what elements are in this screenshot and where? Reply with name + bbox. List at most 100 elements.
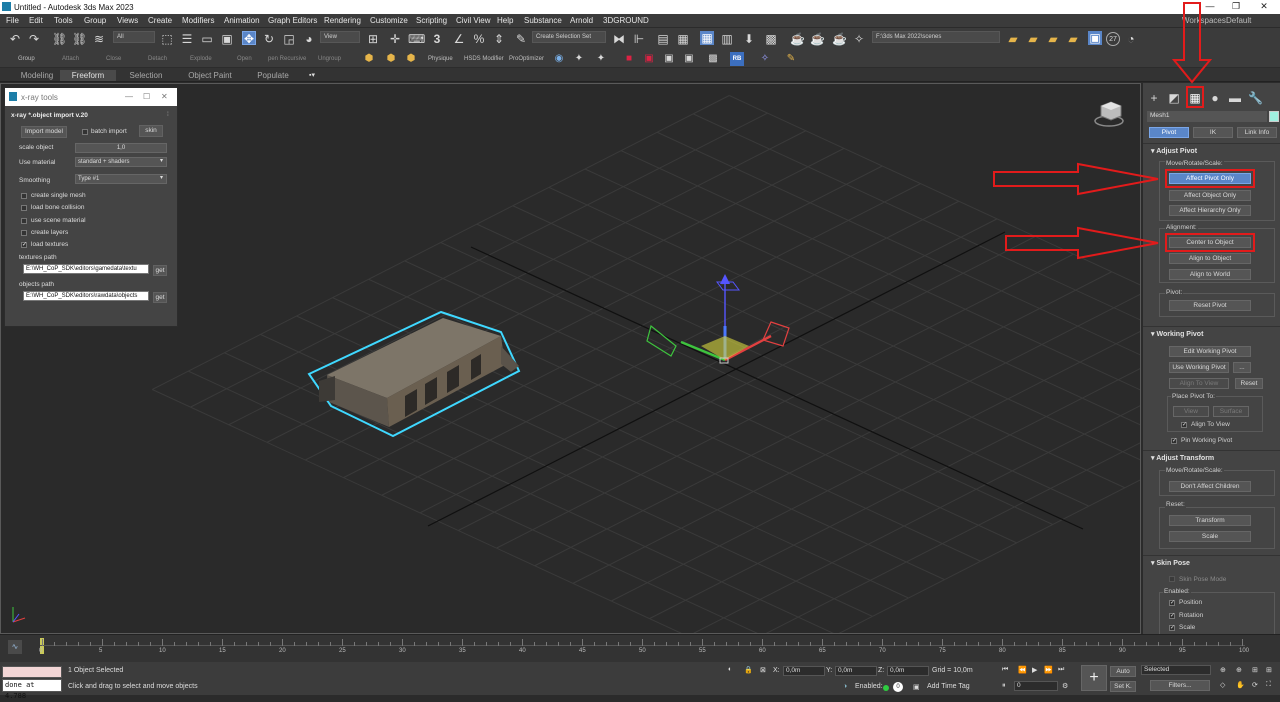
- tool-icon[interactable]: ▣: [682, 52, 696, 66]
- menu-edit[interactable]: Edit: [29, 16, 43, 25]
- go-to-start-icon[interactable]: ⏮: [1002, 666, 1008, 674]
- zoom-icon[interactable]: ⊕: [1220, 666, 1226, 674]
- pan-icon[interactable]: ✋: [1236, 681, 1245, 689]
- open-recursive-button[interactable]: pen Recursive: [268, 56, 306, 62]
- xray-close[interactable]: ✕: [161, 92, 168, 101]
- align-to-world-button[interactable]: Align to World: [1169, 269, 1251, 280]
- maxscript-output[interactable]: done at 4.788: [2, 679, 62, 700]
- tool-icon[interactable]: ✧: [758, 52, 772, 66]
- select-rotate-icon[interactable]: ↻: [262, 32, 276, 46]
- textures-path-input[interactable]: E:\WH_CoP_SDK\editors\gamedata\textu: [23, 264, 149, 274]
- counter-icon[interactable]: 27: [1106, 32, 1120, 46]
- maximize-button[interactable]: ❐: [1222, 1, 1250, 13]
- selection-filter-dropdown[interactable]: All: [113, 31, 155, 43]
- time-tag-counter[interactable]: 0: [893, 682, 903, 692]
- edit-working-pivot-button[interactable]: Edit Working Pivot: [1169, 346, 1251, 357]
- keyboard-shortcut-icon[interactable]: ⌨: [408, 32, 425, 46]
- absolute-mode-icon[interactable]: ⊠: [760, 666, 766, 674]
- current-frame-field[interactable]: 0: [1014, 681, 1058, 691]
- xray-section-title[interactable]: x-ray *.object import v.20: [11, 112, 88, 119]
- link-icon[interactable]: ⛓: [52, 32, 67, 46]
- pivot-tab[interactable]: Pivot: [1149, 127, 1189, 138]
- modify-tab-icon[interactable]: ◩: [1167, 91, 1181, 105]
- menu-animation[interactable]: Animation: [224, 16, 260, 25]
- prooptimizer-button[interactable]: ProOptimizer: [509, 56, 544, 62]
- curve-editor-mini-icon[interactable]: ∿: [8, 640, 22, 654]
- folder-icon[interactable]: ▰: [1066, 32, 1080, 46]
- cube-icon[interactable]: ⬢: [384, 52, 398, 66]
- scale-object-spinner[interactable]: 1,0: [75, 143, 167, 153]
- place-icon[interactable]: ◕: [302, 32, 316, 46]
- help-icon[interactable]: ◔: [1124, 32, 1138, 46]
- chevron-down-icon[interactable]: ▾: [160, 158, 163, 165]
- orbit-icon[interactable]: ⟳: [1252, 681, 1258, 689]
- minimize-button[interactable]: —: [1196, 1, 1224, 13]
- menu-customize[interactable]: Customize: [370, 16, 408, 25]
- group-button[interactable]: Group: [18, 56, 35, 62]
- object-name-field[interactable]: Mesh1: [1147, 111, 1267, 122]
- close-button[interactable]: ✕: [1250, 1, 1278, 13]
- save-folder-icon[interactable]: ▰: [1046, 32, 1060, 46]
- viewport-layout-icon[interactable]: ▣: [1088, 31, 1102, 45]
- cube-icon[interactable]: ⬢: [362, 52, 376, 66]
- menu-scripting[interactable]: Scripting: [416, 16, 447, 25]
- key-filter-dropdown[interactable]: Selected: [1141, 665, 1211, 675]
- explode-button[interactable]: Explode: [190, 56, 212, 62]
- align-to-object-button[interactable]: Align to Object: [1169, 253, 1251, 264]
- object-color-swatch[interactable]: [1269, 111, 1279, 122]
- mirror-icon[interactable]: ⧓: [612, 32, 626, 46]
- add-time-tag[interactable]: Add Time Tag: [927, 683, 970, 690]
- menu-arnold[interactable]: Arnold: [570, 16, 593, 25]
- xray-minimize[interactable]: —: [125, 92, 133, 101]
- scale-checkbox[interactable]: ✓: [1169, 625, 1175, 631]
- tab-populate[interactable]: Populate: [250, 70, 296, 81]
- menu-help[interactable]: Help: [497, 16, 513, 25]
- render-setup-icon[interactable]: ☕: [790, 32, 805, 46]
- layer-explorer-icon[interactable]: ▦: [676, 32, 690, 46]
- skin-pose-rollout[interactable]: ▾ Skin Pose: [1151, 559, 1190, 567]
- menu-civil-view[interactable]: Civil View: [456, 16, 491, 25]
- open-group-button[interactable]: Open: [237, 56, 252, 62]
- enabled-status-dot[interactable]: [883, 685, 889, 691]
- select-scale-icon[interactable]: ◲: [282, 32, 296, 46]
- record-icon[interactable]: ■: [622, 52, 636, 66]
- viewcube-icon[interactable]: [1094, 101, 1124, 127]
- create-tab-icon[interactable]: +: [1147, 91, 1161, 105]
- set-key-icon[interactable]: +: [1081, 665, 1107, 691]
- bind-spacewarp-icon[interactable]: ≋: [92, 32, 106, 46]
- import-model-button[interactable]: Import model: [21, 126, 67, 138]
- utilities-tab-icon[interactable]: 🔧: [1248, 91, 1263, 105]
- key-filters-button[interactable]: Filters...: [1150, 680, 1210, 691]
- maximize-viewport-icon[interactable]: ⛶: [1266, 681, 1271, 689]
- zoom-all-icon[interactable]: ⊕: [1236, 666, 1242, 674]
- go-to-end-icon[interactable]: ⏭: [1058, 666, 1064, 674]
- skin-pose-mode-checkbox[interactable]: [1169, 576, 1175, 582]
- workspace-value[interactable]: Default: [1226, 16, 1251, 25]
- pin-working-pivot-checkbox[interactable]: ✓: [1171, 438, 1177, 444]
- skin-button[interactable]: skin: [139, 125, 163, 137]
- open-folder-icon[interactable]: ▰: [1026, 32, 1040, 46]
- x-coordinate-field[interactable]: 0,0m: [783, 666, 825, 676]
- tool-icon[interactable]: ✎: [784, 52, 798, 66]
- render-icon[interactable]: ☕: [832, 32, 847, 46]
- tab-freeform[interactable]: Freeform: [60, 70, 116, 81]
- detach-button[interactable]: Detach: [148, 56, 167, 62]
- physique-button[interactable]: Physique: [428, 56, 453, 62]
- reset-pivot-button[interactable]: Reset Pivot: [1169, 300, 1251, 311]
- edit-named-sel-icon[interactable]: ✎: [514, 32, 528, 46]
- tool-icon[interactable]: ▣: [662, 52, 676, 66]
- angle-snap-icon[interactable]: ∠: [452, 32, 466, 46]
- select-move-icon[interactable]: ✥: [242, 31, 256, 46]
- window-crossing-icon[interactable]: ▣: [220, 32, 234, 46]
- spinner-snap-icon[interactable]: ⇕: [492, 32, 506, 46]
- zoom-extents-all-icon[interactable]: ⊞: [1266, 666, 1272, 674]
- y-coordinate-field[interactable]: 0,0m: [835, 666, 877, 676]
- isolate-icon[interactable]: ◐: [728, 666, 732, 673]
- menu-modifiers[interactable]: Modifiers: [182, 16, 214, 25]
- set-key-button[interactable]: Set K.: [1110, 681, 1136, 692]
- prev-frame-icon[interactable]: ⏪: [1018, 666, 1027, 674]
- zoom-extents-icon[interactable]: ⊞: [1252, 666, 1258, 674]
- menu-group[interactable]: Group: [84, 16, 106, 25]
- menu-graph-editors[interactable]: Graph Editors: [268, 16, 317, 25]
- working-pivot-rollout[interactable]: ▾ Working Pivot: [1151, 330, 1203, 338]
